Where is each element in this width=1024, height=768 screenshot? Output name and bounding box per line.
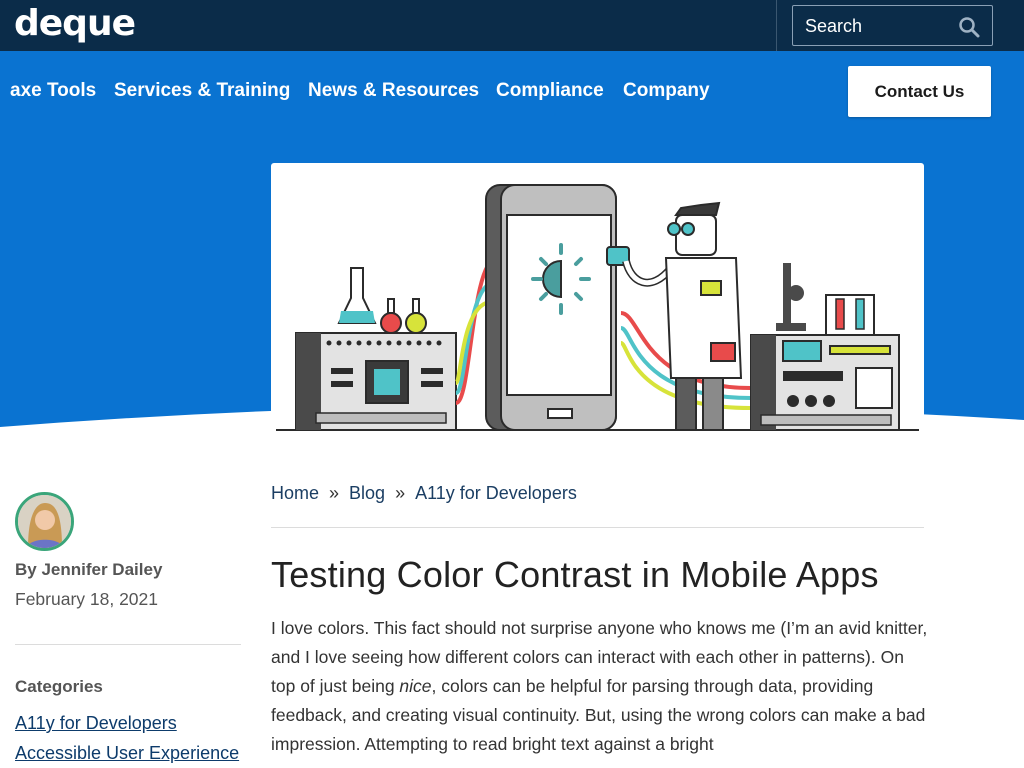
author-photo-icon	[18, 495, 71, 548]
topbar-divider	[776, 0, 777, 51]
nav-item-compliance[interactable]: Compliance	[496, 80, 604, 102]
article-emphasis: nice	[399, 676, 432, 696]
nav-item-company[interactable]: Company	[623, 80, 710, 102]
deque-logo[interactable]: deque	[14, 4, 136, 44]
nav-item-services-training[interactable]: Services & Training	[114, 80, 290, 102]
category-link-a11y-for-developers[interactable]: A11y for Developers	[15, 713, 177, 734]
breadcrumb-blog[interactable]: Blog	[349, 483, 385, 503]
article-title: Testing Color Contrast in Mobile Apps	[271, 554, 879, 595]
breadcrumb-separator: »	[329, 483, 340, 503]
hero-illustration	[271, 163, 924, 438]
search-input[interactable]: Search	[792, 5, 993, 46]
nav-item-axe-tools[interactable]: axe Tools	[10, 80, 96, 102]
search-label: Search	[805, 16, 863, 36]
top-bar: deque Search	[0, 0, 1024, 51]
article-body-paragraph: I love colors. This fact should not surp…	[271, 614, 931, 759]
breadcrumb-a11y-for-developers[interactable]: A11y for Developers	[415, 483, 577, 503]
breadcrumb-home[interactable]: Home	[271, 483, 319, 503]
category-link-accessible-user-experience[interactable]: Accessible User Experience	[15, 743, 239, 764]
author-name: By Jennifer Dailey	[15, 560, 163, 579]
breadcrumb-divider	[271, 527, 924, 528]
post-date: February 18, 2021	[15, 589, 159, 609]
breadcrumb-separator: »	[395, 483, 406, 503]
phone-scientist-illustration	[276, 184, 919, 431]
nav-item-news-resources[interactable]: News & Resources	[308, 80, 479, 102]
categories-heading: Categories	[15, 677, 103, 696]
contact-us-button[interactable]: Contact Us	[848, 66, 991, 117]
main-nav: axe Tools Services & Training News & Res…	[0, 51, 1024, 132]
breadcrumb: Home » Blog » A11y for Developers	[271, 483, 577, 504]
author-avatar	[15, 492, 74, 551]
sidebar-divider	[15, 644, 241, 645]
magnifier-icon[interactable]	[958, 16, 980, 38]
